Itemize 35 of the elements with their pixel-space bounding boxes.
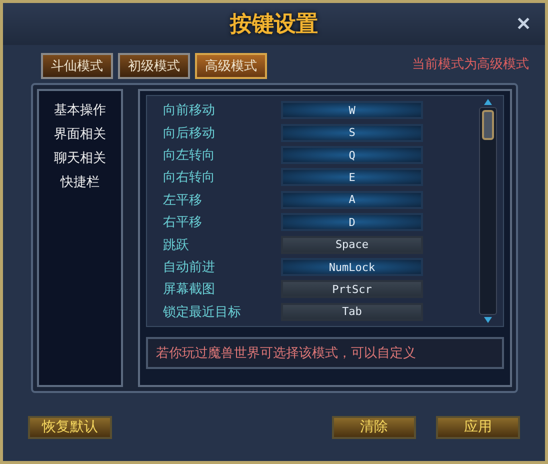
action-label: 自动前进 xyxy=(163,259,216,276)
key-field[interactable]: A xyxy=(281,190,423,209)
key-field[interactable]: S xyxy=(281,124,423,142)
action-label: 锁定最近目标 xyxy=(163,304,242,321)
category-item[interactable]: 界面相关 xyxy=(54,123,106,145)
category-item[interactable]: 聊天相关 xyxy=(54,147,106,169)
action-label: 向左转向 xyxy=(163,147,216,164)
scroll-thumb[interactable] xyxy=(482,110,494,140)
hint-box: 若你玩过魔兽世界可选择该模式，可以自定义 xyxy=(146,337,504,369)
close-button[interactable]: ✕ xyxy=(516,13,531,35)
reset-button[interactable]: 恢复默认 xyxy=(28,416,112,438)
key-field[interactable]: D xyxy=(281,213,423,232)
category-item[interactable]: 快捷栏 xyxy=(60,171,100,193)
mode-tab[interactable]: 初级模式 xyxy=(118,53,190,79)
action-label: 跳跃 xyxy=(163,236,190,254)
mode-tab[interactable]: 高级模式 xyxy=(195,53,267,79)
clear-button[interactable]: 清除 xyxy=(332,416,416,438)
scroll-down-icon[interactable] xyxy=(484,317,492,323)
apply-button[interactable]: 应用 xyxy=(436,416,520,438)
action-label: 向右转向 xyxy=(163,169,216,186)
action-label: 左平移 xyxy=(163,192,203,209)
key-field[interactable]: E xyxy=(281,168,423,186)
action-label: 屏幕截图 xyxy=(163,281,216,298)
scroll-up-icon[interactable] xyxy=(484,99,492,105)
key-field[interactable]: Q xyxy=(281,146,423,164)
mode-status-text: 当前模式为高级模式 xyxy=(412,56,529,74)
action-label: 右平移 xyxy=(163,214,203,232)
category-item[interactable]: 基本操作 xyxy=(54,99,106,121)
mode-tab[interactable]: 斗仙模式 xyxy=(41,53,113,79)
scrollbar[interactable] xyxy=(479,99,497,323)
key-field[interactable]: W xyxy=(281,101,423,120)
window-title: 按键设置 xyxy=(230,11,318,39)
action-label: 向后移动 xyxy=(163,124,216,142)
action-label: 向前移动 xyxy=(163,102,216,120)
key-field[interactable]: NumLock xyxy=(281,258,423,276)
